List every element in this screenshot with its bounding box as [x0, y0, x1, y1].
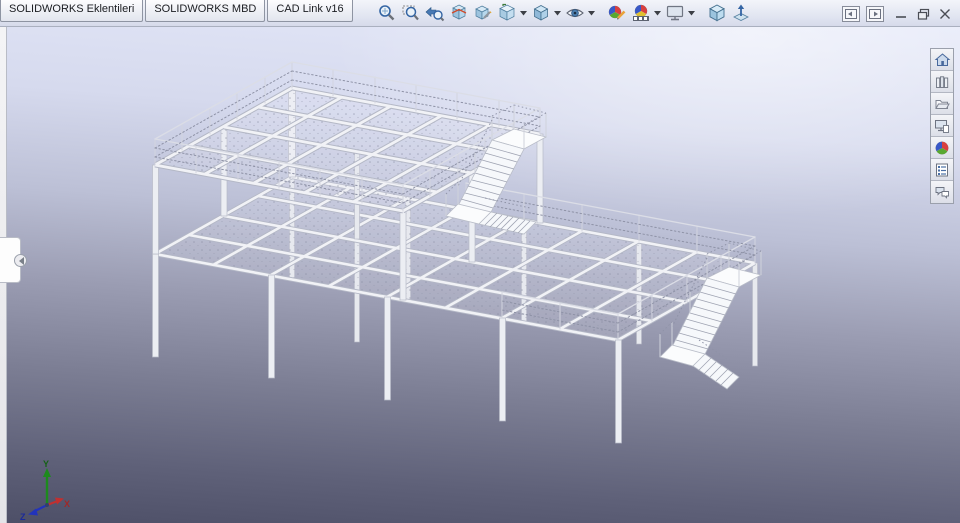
mid-deck [155, 177, 755, 340]
zoom-to-fit-icon [378, 5, 395, 21]
view-palette-icon [935, 119, 949, 133]
view-palette-button[interactable] [931, 115, 953, 137]
triad-x-label: X [64, 499, 70, 509]
minimize-icon [896, 15, 906, 18]
isometric-view-button[interactable] [705, 1, 729, 25]
graphics-area[interactable]: Y X Z [0, 27, 960, 523]
previous-view-icon [425, 6, 444, 22]
triad-y-label: Y [43, 459, 49, 469]
edit-appearance-button[interactable] [605, 1, 629, 25]
orientation-triad: Y X Z [20, 459, 70, 522]
normal-to-icon [732, 4, 749, 21]
forum-chat-icon [935, 187, 949, 199]
display-style-button[interactable] [529, 1, 553, 25]
window-controls [842, 0, 956, 27]
books-icon [936, 75, 949, 88]
appearance-ball-icon [935, 141, 949, 154]
hide-show-items-button[interactable] [563, 1, 587, 25]
home-icon [934, 52, 950, 66]
apply-scene-icon [632, 4, 649, 21]
task-pane [930, 48, 954, 204]
restore-button[interactable] [912, 3, 934, 25]
previous-view-button[interactable] [423, 1, 447, 25]
top-toolbar: SOLIDWORKS Eklentileri SOLIDWORKS MBD CA… [0, 0, 960, 27]
zoom-to-area-button[interactable] [399, 1, 423, 25]
zoom-to-area-icon [402, 5, 419, 21]
flyout-expand-icon[interactable] [14, 254, 27, 267]
toggle-right-pane-button[interactable] [866, 5, 884, 22]
3d-drawing-view-icon [474, 5, 492, 20]
view-settings-button[interactable] [663, 1, 687, 25]
edit-appearance-icon [608, 5, 626, 20]
view-orientation-dropdown[interactable] [519, 1, 529, 25]
featuremanager-flyout-tab[interactable] [0, 237, 27, 283]
custom-properties-button[interactable] [931, 159, 953, 181]
triad-z-label: Z [20, 512, 26, 522]
solidworks-window: SOLIDWORKS Eklentileri SOLIDWORKS MBD CA… [0, 0, 960, 523]
hide-show-items-dropdown[interactable] [587, 1, 597, 25]
apply-scene-dropdown[interactable] [653, 1, 663, 25]
design-library-button[interactable] [931, 71, 953, 93]
view-settings-dropdown[interactable] [687, 1, 697, 25]
section-view-icon [451, 4, 466, 20]
display-style-icon [533, 5, 548, 21]
view-orientation-icon [498, 3, 515, 21]
section-view-button[interactable] [447, 1, 471, 25]
pane-left-icon [845, 8, 857, 19]
solidworks-resources-button[interactable] [931, 49, 953, 71]
view-orientation-button[interactable] [495, 1, 519, 25]
cube-icon [708, 4, 725, 22]
properties-list-icon [936, 163, 948, 176]
zoom-to-fit-button[interactable] [375, 1, 399, 25]
solidworks-forum-button[interactable] [931, 181, 953, 203]
restore-icon [917, 8, 929, 20]
folder-icon [935, 99, 950, 109]
tab-cad-link-v16[interactable]: CAD Link v16 [267, 0, 353, 22]
file-explorer-button[interactable] [931, 93, 953, 115]
addin-tab-bar: SOLIDWORKS Eklentileri SOLIDWORKS MBD CA… [0, 0, 353, 27]
display-style-dropdown[interactable] [553, 1, 563, 25]
model-steel-structure [152, 61, 763, 444]
toggle-left-pane-button[interactable] [842, 5, 860, 22]
minimize-button[interactable] [890, 3, 912, 25]
heads-up-view-toolbar [375, 0, 753, 27]
normal-to-button[interactable] [729, 1, 753, 25]
eye-icon [565, 8, 584, 18]
apply-scene-button[interactable] [629, 1, 653, 25]
tab-solidworks-eklentileri[interactable]: SOLIDWORKS Eklentileri [0, 0, 144, 22]
close-icon [940, 8, 950, 19]
appearances-scenes-button[interactable] [931, 137, 953, 159]
close-button[interactable] [934, 3, 956, 25]
monitor-icon [666, 5, 683, 21]
3d-drawing-view-button[interactable] [471, 1, 495, 25]
pane-right-icon [869, 8, 881, 19]
tab-solidworks-mbd[interactable]: SOLIDWORKS MBD [145, 0, 266, 22]
